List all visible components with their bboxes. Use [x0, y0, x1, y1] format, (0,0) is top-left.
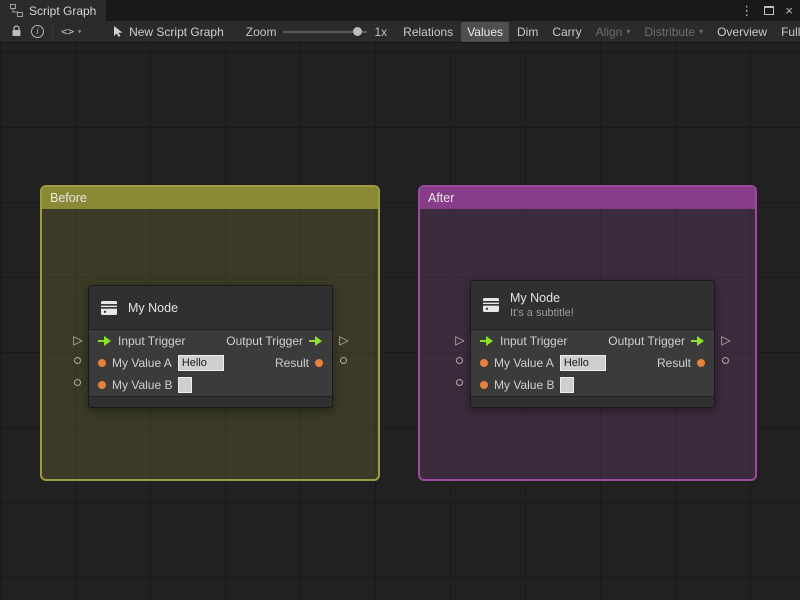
- kebab-menu-icon[interactable]: ⋮: [740, 3, 753, 19]
- port-row: My Value B: [89, 374, 332, 396]
- fullscreen-button[interactable]: Full Screen: [775, 22, 800, 42]
- value-port-circle-icon[interactable]: [74, 379, 81, 386]
- cursor-icon: [114, 26, 123, 37]
- unit-icon: [101, 300, 117, 315]
- zoom-control: Zoom 1x: [246, 25, 387, 39]
- info-icon[interactable]: i: [31, 25, 44, 38]
- node-before-body: Input Trigger Output Trigger My Value A: [89, 330, 332, 396]
- value-a-field[interactable]: [559, 355, 606, 371]
- code-icon: <>: [61, 25, 75, 38]
- relations-button[interactable]: Relations: [397, 22, 459, 42]
- window-controls: ⋮ ×: [740, 0, 793, 21]
- value-port-circle-icon[interactable]: [340, 357, 347, 364]
- value-port-icon[interactable]: [480, 381, 488, 389]
- port-row: My Value B: [471, 374, 714, 396]
- flow-in-icon[interactable]: [98, 336, 112, 346]
- chevron-down-icon: ▾: [626, 27, 631, 36]
- toolbar-separator: [52, 24, 53, 39]
- chevron-down-icon: ▾: [77, 27, 83, 36]
- values-button[interactable]: Values: [461, 21, 509, 42]
- zoom-slider[interactable]: [283, 26, 368, 38]
- result-label: Result: [656, 356, 691, 370]
- flow-port-triangle-icon[interactable]: ▷: [454, 334, 466, 346]
- node-before[interactable]: My Node Input Trigger Output Trigger My …: [88, 285, 333, 408]
- node-subtitle: It's a subtitle!: [510, 307, 574, 319]
- graph-canvas[interactable]: Before After My Node Input Trigger Outpu…: [0, 43, 800, 600]
- dim-button[interactable]: Dim: [511, 22, 544, 42]
- flow-in-icon[interactable]: [480, 336, 494, 346]
- unit-icon: [483, 298, 499, 312]
- value-port-circle-icon[interactable]: [456, 357, 463, 364]
- script-graph-icon: [10, 4, 23, 17]
- flow-port-triangle-icon[interactable]: ▷: [720, 334, 732, 346]
- maximize-icon[interactable]: [764, 6, 775, 15]
- graph-toolbar: i <> ▾ New Script Graph Zoom 1x Relation…: [0, 21, 800, 43]
- flow-port-triangle-icon[interactable]: ▷: [338, 334, 350, 346]
- chevron-down-icon: ▾: [699, 27, 704, 36]
- zoom-value: 1x: [374, 24, 388, 39]
- zoom-slider-knob[interactable]: [353, 26, 363, 36]
- value-port-icon[interactable]: [98, 381, 106, 389]
- graph-name-label: New Script Graph: [129, 24, 224, 39]
- node-after[interactable]: My Node It's a subtitle! Input Trigger O…: [470, 280, 715, 408]
- port-row: Input Trigger Output Trigger: [471, 330, 714, 352]
- value-b-label: My Value B: [494, 378, 555, 392]
- zoom-label: Zoom: [245, 24, 277, 39]
- flow-out-icon[interactable]: [691, 336, 705, 346]
- lock-icon[interactable]: [7, 23, 25, 41]
- group-after-header[interactable]: After: [420, 187, 755, 209]
- value-a-field[interactable]: [177, 355, 224, 371]
- node-after-body: Input Trigger Output Trigger My Value A: [471, 330, 714, 396]
- value-b-field[interactable]: [178, 377, 193, 393]
- value-port-icon[interactable]: [697, 359, 705, 367]
- overview-button[interactable]: Overview: [711, 22, 773, 42]
- node-before-footer: [89, 396, 332, 407]
- group-before-title: Before: [50, 191, 87, 205]
- port-row: My Value A Result: [89, 352, 332, 374]
- port-row: Input Trigger Output Trigger: [89, 330, 332, 352]
- value-port-icon[interactable]: [98, 359, 106, 367]
- result-label: Result: [274, 356, 309, 370]
- distribute-label: Distribute: [644, 24, 696, 39]
- value-port-icon[interactable]: [315, 359, 323, 367]
- tab-strip: Script Graph ⋮ ×: [0, 0, 800, 21]
- tab-title: Script Graph: [29, 3, 97, 18]
- distribute-button[interactable]: Distribute ▾: [638, 22, 709, 42]
- carry-button[interactable]: Carry: [546, 22, 587, 42]
- group-before-header[interactable]: Before: [42, 187, 378, 209]
- value-port-circle-icon[interactable]: [722, 357, 729, 364]
- flow-out-icon[interactable]: [309, 336, 323, 346]
- edit-script-button[interactable]: <> ▾: [61, 25, 82, 38]
- value-port-circle-icon[interactable]: [74, 357, 81, 364]
- value-a-label: My Value A: [494, 356, 554, 370]
- node-title: My Node: [128, 300, 179, 315]
- value-port-circle-icon[interactable]: [456, 379, 463, 386]
- node-after-footer: [471, 396, 714, 407]
- align-button[interactable]: Align ▾: [590, 22, 637, 42]
- unity-graph-window: Script Graph ⋮ × i <> ▾ New Script Graph: [0, 0, 800, 600]
- output-trigger-label: Output Trigger: [608, 334, 685, 348]
- value-port-icon[interactable]: [480, 359, 488, 367]
- group-after-title: After: [428, 191, 455, 205]
- value-b-label: My Value B: [112, 378, 173, 392]
- port-row: My Value A Result: [471, 352, 714, 374]
- node-title: My Node: [510, 291, 561, 305]
- input-trigger-label: Input Trigger: [500, 334, 568, 348]
- graph-breadcrumb[interactable]: New Script Graph: [112, 25, 224, 39]
- toolbar-buttons: Relations Values Dim Carry Align ▾ Distr…: [397, 21, 800, 42]
- node-after-header[interactable]: My Node It's a subtitle!: [471, 281, 714, 330]
- align-label: Align: [595, 24, 623, 39]
- input-trigger-label: Input Trigger: [118, 334, 186, 348]
- value-a-label: My Value A: [112, 356, 172, 370]
- value-b-field[interactable]: [560, 377, 575, 393]
- tab-script-graph[interactable]: Script Graph: [0, 0, 107, 21]
- output-trigger-label: Output Trigger: [226, 334, 303, 348]
- flow-port-triangle-icon[interactable]: ▷: [72, 334, 84, 346]
- close-icon[interactable]: ×: [785, 3, 793, 18]
- node-before-header[interactable]: My Node: [89, 286, 332, 330]
